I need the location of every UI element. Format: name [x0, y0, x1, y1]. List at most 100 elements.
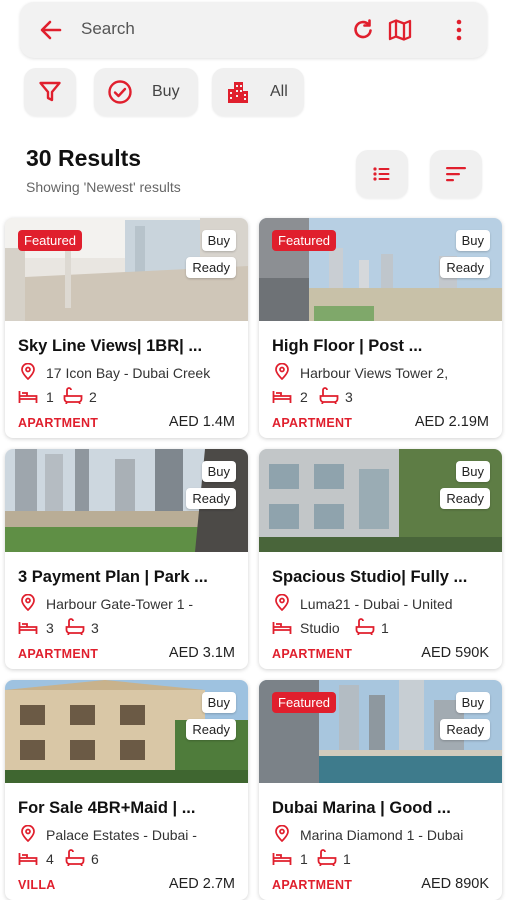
buy-badge: Buy [201, 230, 236, 251]
check-circle-icon [108, 80, 132, 104]
listing-title[interactable]: For Sale 4BR+Maid | ... [18, 799, 238, 818]
listing-photo[interactable]: Featured Buy Ready [259, 218, 502, 321]
listing-location: Marina Diamond 1 - Dubai [300, 827, 464, 843]
all-chip-label: All [270, 83, 288, 100]
bathrooms-count: 1 [343, 851, 351, 867]
bathrooms-count: 2 [89, 389, 97, 405]
listing-photo[interactable]: Featured Buy Ready [5, 218, 248, 321]
refresh-icon[interactable] [350, 17, 376, 43]
sort-button[interactable] [430, 150, 482, 198]
listing-photo[interactable]: Featured Buy Ready [259, 680, 502, 783]
bedrooms-count: 1 [300, 851, 308, 867]
property-type: APARTMENT [18, 416, 99, 430]
all-chip[interactable]: All [212, 68, 304, 116]
buy-badge: Buy [201, 461, 236, 482]
listing-photo[interactable]: Buy Ready [5, 680, 248, 783]
location-pin-icon [21, 363, 35, 380]
listing-title[interactable]: Spacious Studio| Fully ... [272, 568, 492, 587]
bath-icon [317, 849, 337, 866]
bath-icon [65, 618, 85, 635]
bathrooms-count: 3 [345, 389, 353, 405]
bed-icon [18, 622, 38, 634]
bedrooms-count: Studio [300, 620, 340, 636]
listing-title[interactable]: High Floor | Post ... [272, 337, 492, 356]
property-type: APARTMENT [272, 647, 353, 661]
buy-badge: Buy [201, 692, 236, 713]
location-pin-icon [21, 825, 35, 842]
bed-icon [18, 391, 38, 403]
listing-location: Palace Estates - Dubai - [46, 827, 197, 843]
bath-icon [355, 618, 375, 635]
map-icon[interactable] [387, 17, 413, 43]
sort-icon [446, 167, 466, 182]
featured-badge: Featured [272, 692, 337, 713]
bathrooms-count: 6 [91, 851, 99, 867]
featured-badge: Featured [272, 230, 337, 251]
ready-badge: Ready [186, 257, 236, 278]
bath-icon [319, 387, 339, 404]
listing-price: AED 1.4M [168, 414, 235, 430]
listing-price: AED 2.7M [168, 876, 235, 892]
buy-chip[interactable]: Buy [94, 68, 198, 116]
listing-card[interactable]: Buy Ready Spacious Studio| Fully ... Lum… [259, 449, 502, 669]
listing-location: Harbour Views Tower 2, [300, 365, 449, 381]
listing-photo[interactable]: Buy Ready [259, 449, 502, 552]
listing-card[interactable]: Featured Buy Ready Sky Line Views| 1BR| … [5, 218, 248, 438]
results-count: 30 Results [26, 145, 142, 171]
listing-photo[interactable]: Buy Ready [5, 449, 248, 552]
listing-title[interactable]: Sky Line Views| 1BR| ... [18, 337, 238, 356]
listing-title[interactable]: 3 Payment Plan | Park ... [18, 568, 238, 587]
listing-card[interactable]: Featured Buy Ready High Floor | Post ...… [259, 218, 502, 438]
location-pin-icon [275, 594, 289, 611]
listing-card[interactable]: Buy Ready For Sale 4BR+Maid | ... Palace… [5, 680, 248, 900]
search-bar[interactable]: Search [20, 2, 487, 58]
ready-badge: Ready [440, 257, 490, 278]
property-type: APARTMENT [18, 647, 99, 661]
arrow-left-icon[interactable] [38, 17, 64, 43]
property-type: VILLA [18, 878, 56, 892]
bath-icon [65, 849, 85, 866]
buy-badge: Buy [455, 230, 490, 251]
ready-badge: Ready [440, 719, 490, 740]
listing-price: AED 2.19M [414, 414, 489, 430]
search-input[interactable]: Search [81, 19, 135, 39]
buildings-icon [228, 82, 248, 103]
bathrooms-count: 3 [91, 620, 99, 636]
listing-location: Luma21 - Dubai - United [300, 596, 453, 612]
ready-badge: Ready [186, 488, 236, 509]
listing-price: AED 3.1M [168, 645, 235, 661]
listing-card[interactable]: Featured Buy Ready Dubai Marina | Good .… [259, 680, 502, 900]
listing-price: AED 590K [421, 645, 489, 661]
property-type: APARTMENT [272, 416, 353, 430]
bath-icon [63, 387, 83, 404]
bedrooms-count: 3 [46, 620, 54, 636]
list-icon [373, 167, 390, 181]
listing-price: AED 890K [421, 876, 489, 892]
location-pin-icon [275, 363, 289, 380]
location-pin-icon [21, 594, 35, 611]
bed-icon [272, 853, 292, 865]
results-subtitle: Showing 'Newest' results [26, 179, 181, 195]
filter-icon [39, 81, 61, 102]
listing-title[interactable]: Dubai Marina | Good ... [272, 799, 492, 818]
more-vertical-icon[interactable] [446, 17, 472, 43]
buy-badge: Buy [455, 461, 490, 482]
filter-button[interactable] [24, 68, 76, 116]
listing-location: Harbour Gate-Tower 1 - [46, 596, 194, 612]
bed-icon [18, 853, 38, 865]
listing-card[interactable]: Buy Ready 3 Payment Plan | Park ... Harb… [5, 449, 248, 669]
bed-icon [272, 622, 292, 634]
bed-icon [272, 391, 292, 403]
listing-location: 17 Icon Bay - Dubai Creek [46, 365, 211, 381]
featured-badge: Featured [18, 230, 83, 251]
bedrooms-count: 2 [300, 389, 308, 405]
location-pin-icon [275, 825, 289, 842]
buy-chip-label: Buy [152, 83, 180, 100]
property-type: APARTMENT [272, 878, 353, 892]
ready-badge: Ready [186, 719, 236, 740]
list-view-button[interactable] [356, 150, 408, 198]
bedrooms-count: 4 [46, 851, 54, 867]
ready-badge: Ready [440, 488, 490, 509]
bedrooms-count: 1 [46, 389, 54, 405]
buy-badge: Buy [455, 692, 490, 713]
